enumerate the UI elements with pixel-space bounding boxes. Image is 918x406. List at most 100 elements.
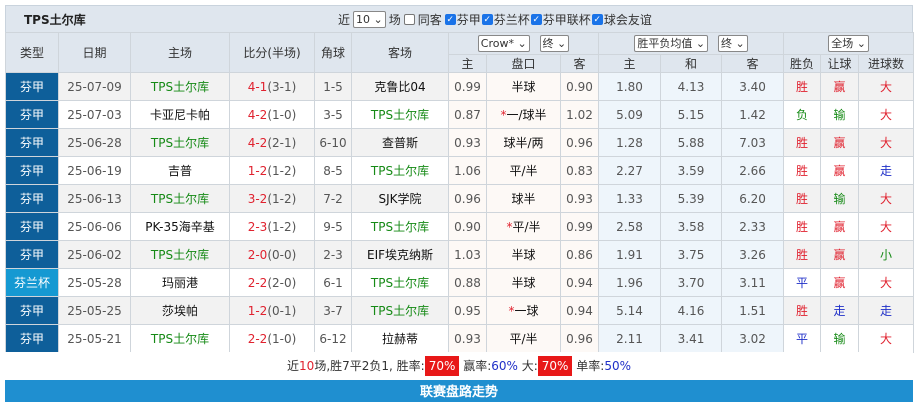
half-time-score: (1-2) — [267, 191, 297, 206]
hc-line-value: 平/半 — [509, 332, 538, 346]
result-ou: 走 — [858, 296, 915, 325]
league-trend-header[interactable]: 联赛盘路走势 — [5, 380, 913, 402]
home-team[interactable]: TPS土尔库 — [130, 324, 230, 353]
match-date: 25-07-03 — [58, 100, 131, 129]
match-type[interactable]: 芬甲 — [5, 128, 59, 157]
league-filters: ✓ 芬甲 ✓ 芬兰杯 ✓ 芬甲联杯 ✓ 球会友谊 — [444, 11, 652, 28]
away-team[interactable]: 拉赫蒂 — [351, 324, 449, 353]
home-team[interactable]: 卡亚尼卡帕 — [130, 100, 230, 129]
result-ah: 赢 — [820, 240, 860, 269]
score[interactable]: 2-2(1-0) — [229, 324, 315, 353]
league-checkbox[interactable]: ✓ — [481, 14, 493, 25]
match-row[interactable]: 芬甲 25-05-21 TPS土尔库 2-2(1-0) 6-12 拉赫蒂 0.9… — [5, 324, 915, 353]
match-row[interactable]: 芬甲 25-06-02 TPS土尔库 2-0(0-0) 2-3 EIF埃克纳斯 … — [5, 240, 915, 269]
match-type[interactable]: 芬甲 — [5, 296, 59, 325]
away-team[interactable]: TPS土尔库 — [351, 100, 449, 129]
over-rate-badge: 70% — [537, 356, 573, 376]
score[interactable]: 4-2(2-1) — [229, 128, 315, 157]
match-row[interactable]: 芬甲 25-05-25 莎埃帕 1-2(0-1) 3-7 TPS土尔库 0.95… — [5, 296, 915, 325]
handicap-selects: Crow* ⌄ 终 ⌄ — [447, 32, 600, 55]
hc-away-odds: 0.94 — [559, 296, 600, 325]
home-team[interactable]: 吉普 — [130, 156, 230, 185]
hc-line-value: 半球 — [511, 248, 536, 262]
match-row[interactable]: 芬甲 25-07-09 TPS土尔库 4-1(3-1) 1-5 克鲁比04 0.… — [5, 72, 915, 101]
match-type[interactable]: 芬甲 — [5, 240, 59, 269]
header-wl: 胜负 — [783, 54, 822, 73]
result-wl: 胜 — [783, 184, 822, 213]
score[interactable]: 4-2(1-0) — [229, 100, 315, 129]
corners: 3-7 — [314, 296, 352, 325]
match-type[interactable]: 芬甲 — [5, 72, 59, 101]
result-ou: 小 — [858, 240, 915, 269]
league-checkbox[interactable]: ✓ — [444, 14, 456, 25]
score[interactable]: 1-2(1-2) — [229, 156, 315, 185]
away-team[interactable]: TPS土尔库 — [351, 268, 449, 297]
half-time-score: (1-2) — [267, 163, 297, 178]
full-time-score: 2-2 — [247, 331, 268, 346]
odds-time-select[interactable]: 终 ⌄ — [717, 35, 748, 52]
handicap-time-select[interactable]: 终 ⌄ — [539, 35, 570, 52]
period-select[interactable]: 全场 ⌄ — [828, 35, 869, 52]
away-team[interactable]: TPS土尔库 — [351, 156, 449, 185]
match-row[interactable]: 芬甲 25-07-03 卡亚尼卡帕 4-2(1-0) 3-5 TPS土尔库 0.… — [5, 100, 915, 129]
odds-type-select[interactable]: 胜平负均值 ⌄ — [634, 35, 709, 52]
match-type[interactable]: 芬甲 — [5, 212, 59, 241]
score[interactable]: 3-2(1-2) — [229, 184, 315, 213]
score[interactable]: 1-2(0-1) — [229, 296, 315, 325]
league-checkbox[interactable]: ✓ — [591, 14, 603, 25]
result-ou: 大 — [858, 184, 915, 213]
match-date: 25-06-06 — [58, 212, 131, 241]
odds-draw: 4.16 — [660, 296, 723, 325]
away-team[interactable]: TPS土尔库 — [351, 212, 449, 241]
odds-away: 3.11 — [721, 268, 785, 297]
home-team[interactable]: 莎埃帕 — [130, 296, 230, 325]
recent-count-select[interactable]: 10 ⌄ — [353, 11, 386, 28]
score[interactable]: 2-3(1-2) — [229, 212, 315, 241]
home-team[interactable]: TPS土尔库 — [130, 240, 230, 269]
away-team[interactable]: 查普斯 — [351, 128, 449, 157]
away-team[interactable]: SJK学院 — [351, 184, 449, 213]
hc-away-odds: 0.86 — [559, 240, 600, 269]
match-type[interactable]: 芬甲 — [5, 100, 59, 129]
match-row[interactable]: 芬兰杯 25-05-28 玛丽港 2-2(2-0) 6-1 TPS土尔库 0.8… — [5, 268, 915, 297]
away-team[interactable]: 克鲁比04 — [351, 72, 449, 101]
half-time-score: (0-0) — [267, 247, 297, 262]
hc-home-odds: 0.93 — [448, 128, 487, 157]
match-row[interactable]: 芬甲 25-06-28 TPS土尔库 4-2(2-1) 6-10 查普斯 0.9… — [5, 128, 915, 157]
home-team[interactable]: 玛丽港 — [130, 268, 230, 297]
match-row[interactable]: 芬甲 25-06-19 吉普 1-2(1-2) 8-5 TPS土尔库 1.06 … — [5, 156, 915, 185]
same-venue-checkbox[interactable] — [403, 14, 415, 25]
hc-away-odds: 0.99 — [559, 212, 600, 241]
away-team[interactable]: TPS土尔库 — [351, 296, 449, 325]
summary-text: 单率: — [572, 359, 605, 373]
match-row[interactable]: 芬甲 25-06-06 PK-35海辛基 2-3(1-2) 9-5 TPS土尔库… — [5, 212, 915, 241]
home-team[interactable]: TPS土尔库 — [130, 72, 230, 101]
match-type[interactable]: 芬甲 — [5, 156, 59, 185]
match-date: 25-07-09 — [58, 72, 131, 101]
summary-line: 近10场,胜7平2负1, 胜率: 70% 赢率:60% 大: 70% 单率:50% — [5, 352, 913, 380]
hc-home-odds: 0.99 — [448, 72, 487, 101]
score[interactable]: 2-0(0-0) — [229, 240, 315, 269]
match-row[interactable]: 芬甲 25-06-13 TPS土尔库 3-2(1-2) 7-2 SJK学院 0.… — [5, 184, 915, 213]
filters: 近 10 ⌄ 场 同客 ✓ 芬甲 ✓ 芬兰杯 ✓ 芬甲联杯 ✓ 球会友谊 — [338, 11, 652, 28]
home-team[interactable]: TPS土尔库 — [130, 128, 230, 157]
away-team[interactable]: EIF埃克纳斯 — [351, 240, 449, 269]
league-checkbox[interactable]: ✓ — [530, 14, 542, 25]
home-team[interactable]: TPS土尔库 — [130, 184, 230, 213]
score[interactable]: 4-1(3-1) — [229, 72, 315, 101]
match-date: 25-06-19 — [58, 156, 131, 185]
home-team[interactable]: PK-35海辛基 — [130, 212, 230, 241]
company-select[interactable]: Crow* ⌄ — [477, 35, 530, 52]
match-type[interactable]: 芬兰杯 — [5, 268, 59, 297]
result-ah: 赢 — [820, 212, 860, 241]
match-type[interactable]: 芬甲 — [5, 184, 59, 213]
company-value: Crow* — [480, 37, 514, 50]
odds-away: 1.51 — [721, 296, 785, 325]
result-wl: 平 — [783, 324, 822, 353]
odds-time-value: 终 — [720, 37, 732, 50]
match-type[interactable]: 芬甲 — [5, 324, 59, 353]
full-time-score: 2-2 — [247, 275, 268, 290]
score[interactable]: 2-2(2-0) — [229, 268, 315, 297]
result-ah: 走 — [820, 296, 860, 325]
odds-home: 2.11 — [598, 324, 662, 353]
